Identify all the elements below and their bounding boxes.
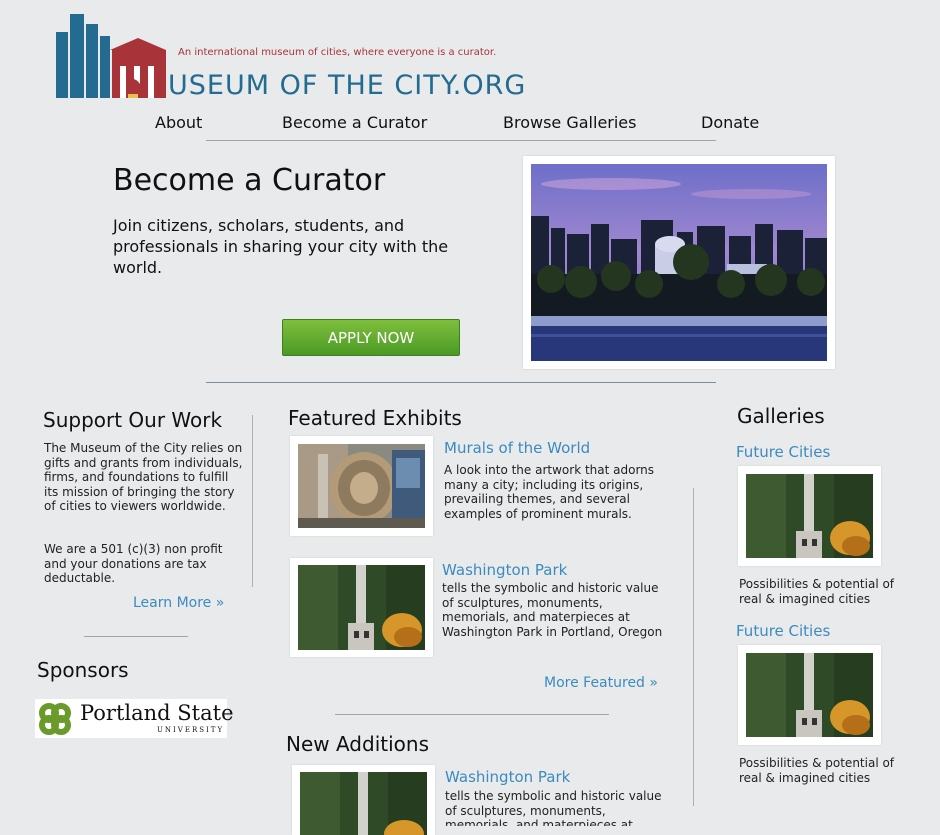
gallery-thumbnail-2[interactable] xyxy=(738,645,881,745)
nav-become-curator[interactable]: Become a Curator xyxy=(282,113,427,132)
learn-more-link[interactable]: Learn More » xyxy=(133,595,224,611)
new-addition-title-link[interactable]: Washington Park xyxy=(445,768,570,786)
more-featured-link[interactable]: More Featured » xyxy=(544,675,658,691)
washington-park-title-link[interactable]: Washington Park xyxy=(442,561,567,579)
nav-donate[interactable]: Donate xyxy=(701,113,759,132)
nav-browse-galleries[interactable]: Browse Galleries xyxy=(503,113,636,132)
nav-divider xyxy=(206,140,716,141)
support-title: Support Our Work xyxy=(43,408,223,432)
museum-logo-icon[interactable] xyxy=(56,14,168,98)
support-paragraph-2: We are a 501 (c)(3) non profit and your … xyxy=(44,542,223,585)
site-wordmark[interactable]: USEUM OF THE CITY.ORG xyxy=(168,70,526,101)
washington-park-description: tells the symbolic and historic value of… xyxy=(442,581,663,639)
featured-title: Featured Exhibits xyxy=(288,406,462,430)
gallery-future-cities-link-1[interactable]: Future Cities xyxy=(736,443,830,461)
psu-logo-name: Portland State xyxy=(80,701,234,725)
site-tagline: An international museum of cities, where… xyxy=(178,47,497,58)
featured-divider xyxy=(335,714,609,715)
gallery-caption-1: Possibilities & potential of real & imag… xyxy=(739,577,895,606)
sponsors-title: Sponsors xyxy=(37,658,129,682)
gallery-caption-2: Possibilities & potential of real & imag… xyxy=(739,756,895,785)
psu-logo-sub: UNIVERSITY xyxy=(157,726,225,734)
gallery-thumbnail-1[interactable] xyxy=(738,466,881,566)
portland-state-sponsor-logo[interactable]: Portland State UNIVERSITY xyxy=(35,699,234,738)
psu-knot-icon xyxy=(39,703,71,735)
murals-description: A look into the artwork that adorns many… xyxy=(444,463,655,521)
washington-park-thumbnail[interactable] xyxy=(290,558,433,657)
nav-about[interactable]: About xyxy=(155,113,202,132)
hero-description: Join citizens, scholars, students, and p… xyxy=(113,216,449,277)
murals-thumbnail[interactable] xyxy=(290,436,433,536)
hero-city-photo xyxy=(523,156,835,369)
new-addition-thumbnail[interactable] xyxy=(292,765,435,835)
galleries-title: Galleries xyxy=(737,404,825,428)
right-column-divider xyxy=(693,488,694,806)
hero-divider xyxy=(206,382,716,383)
support-divider xyxy=(84,636,188,637)
hero-title: Become a Curator xyxy=(113,163,386,198)
gallery-future-cities-link-2[interactable]: Future Cities xyxy=(736,622,830,640)
support-paragraph-1: The Museum of the City relies on gifts a… xyxy=(44,441,243,513)
apply-now-button[interactable]: APPLY NOW xyxy=(282,319,460,356)
left-column-divider xyxy=(252,415,253,587)
new-additions-title: New Additions xyxy=(286,732,429,756)
murals-title-link[interactable]: Murals of the World xyxy=(444,439,590,457)
new-addition-description: tells the symbolic and historic value of… xyxy=(445,789,662,826)
